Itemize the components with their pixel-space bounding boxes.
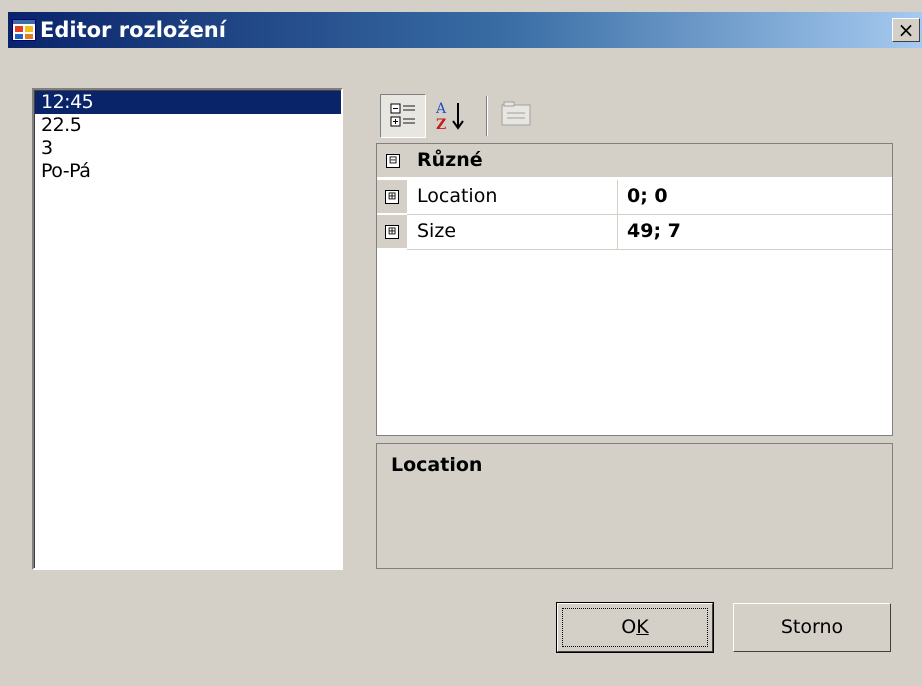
- layout-editor-window: Editor rozložení × 12:45 22.5 3 Po-Pá A: [0, 0, 922, 686]
- property-value[interactable]: 0; 0: [627, 185, 668, 207]
- categorized-button[interactable]: [380, 94, 426, 138]
- close-button[interactable]: ×: [892, 18, 920, 42]
- category-row[interactable]: ⊟ Různé: [377, 144, 892, 177]
- grid-column-divider: [617, 180, 618, 249]
- toolbar-separator: [486, 96, 488, 136]
- title-bar[interactable]: Editor rozložení ×: [8, 12, 922, 48]
- close-icon: ×: [897, 18, 915, 42]
- category-label: Různé: [417, 149, 483, 171]
- expand-icon[interactable]: ⊞: [385, 225, 399, 239]
- cancel-button[interactable]: Storno: [733, 603, 891, 652]
- grid-divider: [407, 249, 892, 250]
- property-pages-button[interactable]: [495, 94, 541, 138]
- property-value[interactable]: 49; 7: [627, 220, 681, 242]
- property-row-location[interactable]: ⊞ Location 0; 0: [377, 180, 892, 213]
- expand-icon[interactable]: ⊞: [385, 190, 399, 204]
- property-grid[interactable]: ⊟ Různé ⊞ Location 0; 0 ⊞ Size 49; 7: [376, 143, 893, 436]
- layout-item-list[interactable]: 12:45 22.5 3 Po-Pá: [32, 88, 343, 570]
- list-item[interactable]: Po-Pá: [35, 160, 341, 183]
- description-pane: Location: [376, 443, 893, 569]
- list-item[interactable]: 22.5: [35, 114, 341, 137]
- window-title: Editor rozložení: [40, 18, 226, 42]
- svg-text:Z: Z: [436, 117, 446, 133]
- property-name: Size: [417, 220, 457, 242]
- alphabetical-button[interactable]: A Z: [430, 94, 476, 138]
- property-row-size[interactable]: ⊞ Size 49; 7: [377, 215, 892, 248]
- categorized-view-icon: [390, 103, 415, 127]
- list-item[interactable]: 3: [35, 137, 341, 160]
- cancel-label: Storno: [780, 616, 844, 638]
- layout-editor-icon: [12, 19, 36, 41]
- list-item[interactable]: 12:45: [35, 91, 341, 114]
- svg-text:A: A: [435, 101, 447, 117]
- property-pages-icon: [501, 101, 531, 126]
- collapse-icon[interactable]: ⊟: [386, 154, 400, 168]
- ok-button[interactable]: OK: [556, 602, 714, 653]
- property-name: Location: [417, 185, 498, 207]
- alphabetical-sort-icon: A Z: [435, 101, 464, 133]
- description-title: Location: [391, 454, 483, 476]
